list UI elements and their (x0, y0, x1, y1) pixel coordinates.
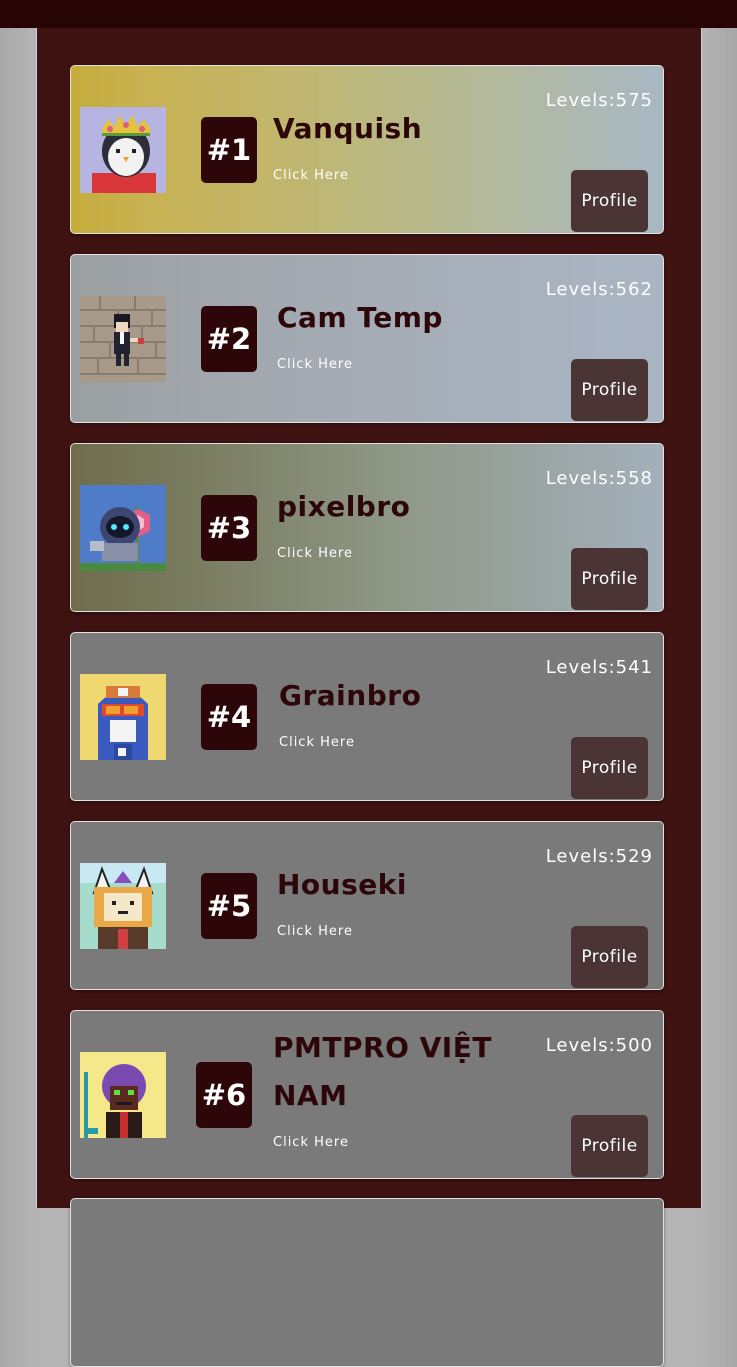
leaderboard-card-2: #2 Cam Temp Click Here Levels:562 Profil… (70, 254, 664, 423)
profile-button[interactable]: Profile (571, 359, 648, 421)
leaderboard-card-1: #1 Vanquish Click Here Levels:575 Profil… (70, 65, 664, 234)
levels-label: Levels:529 (545, 846, 653, 867)
leaderboard-card-3: #3 pixelbro Click Here Levels:558 Profil… (70, 443, 664, 612)
click-here-link[interactable]: Click Here (279, 735, 355, 750)
rank-badge: #5 (201, 873, 257, 939)
levels-label: Levels:558 (545, 468, 653, 489)
rank-badge: #1 (201, 117, 257, 183)
profile-button[interactable]: Profile (571, 926, 648, 988)
click-here-link[interactable]: Click Here (277, 546, 353, 561)
click-here-link[interactable]: Click Here (277, 357, 353, 372)
profile-button[interactable]: Profile (571, 737, 648, 799)
profile-button[interactable]: Profile (571, 170, 648, 232)
click-here-link[interactable]: Click Here (273, 1135, 349, 1150)
avatar (80, 296, 166, 382)
avatar (80, 107, 166, 193)
player-name: PMTPRO VIỆT NAM (273, 1031, 492, 1112)
levels-label: Levels:562 (545, 279, 653, 300)
avatar (80, 863, 166, 949)
player-name: Cam Temp (277, 301, 443, 334)
click-here-link[interactable]: Click Here (277, 924, 353, 939)
player-name: pixelbro (277, 490, 411, 523)
levels-label: Levels:500 (545, 1035, 653, 1056)
rank-badge: #2 (201, 306, 257, 372)
leaderboard-card-6: #6 PMTPRO VIỆT NAM Click Here Levels:500… (70, 1010, 664, 1179)
leaderboard-card-4: #4 Grainbro Click Here Levels:541 Profil… (70, 632, 664, 801)
player-name: Grainbro (279, 679, 422, 712)
top-bar (0, 0, 737, 28)
rank-badge: #3 (201, 495, 257, 561)
avatar (80, 674, 166, 760)
avatar (80, 485, 166, 571)
avatar (80, 1052, 166, 1138)
profile-button[interactable]: Profile (571, 548, 648, 610)
player-name: Houseki (277, 868, 407, 901)
levels-label: Levels:575 (545, 90, 653, 111)
levels-label: Levels:541 (545, 657, 653, 678)
rank-badge: #6 (196, 1062, 252, 1128)
click-here-link[interactable]: Click Here (273, 168, 349, 183)
leaderboard-card-5: #5 Houseki Click Here Levels:529 Profile (70, 821, 664, 990)
leaderboard-card-7 (70, 1198, 664, 1367)
profile-button[interactable]: Profile (571, 1115, 648, 1177)
rank-badge: #4 (201, 684, 257, 750)
player-name: Vanquish (273, 112, 423, 145)
